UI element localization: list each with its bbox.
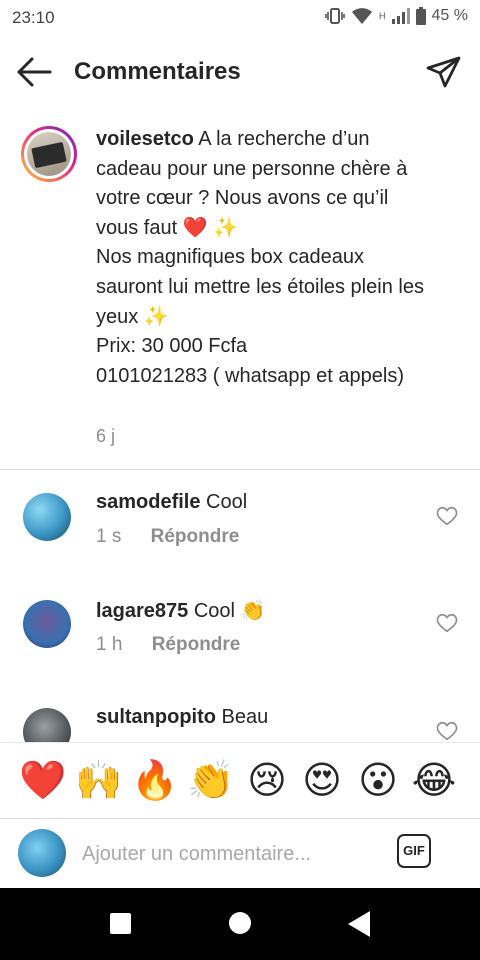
vibrate-icon bbox=[325, 8, 345, 24]
comment-username[interactable]: samodefile bbox=[96, 491, 200, 513]
status-icons: H 45 % bbox=[325, 7, 468, 25]
heart-icon bbox=[436, 613, 458, 633]
emoji-crying-button[interactable]: 😢 bbox=[243, 757, 291, 805]
like-button[interactable] bbox=[436, 720, 458, 742]
comment-time: 1 h bbox=[96, 634, 123, 655]
paper-plane-icon bbox=[426, 56, 461, 88]
comment-body: Beau bbox=[221, 706, 269, 728]
comment-text: sultanpopito Beau bbox=[96, 706, 268, 729]
status-bar: 23:10 H 45 % bbox=[0, 0, 480, 36]
emoji-fire-button[interactable]: 🔥 bbox=[131, 757, 179, 805]
comment-meta: 1 s Répondre bbox=[96, 526, 239, 548]
signal-icon bbox=[391, 8, 410, 24]
emoji-clap-button[interactable]: 👏 bbox=[187, 757, 235, 805]
emoji-laughing-button[interactable]: 😂 bbox=[410, 757, 458, 805]
comment-body: Cool bbox=[206, 491, 248, 513]
caption-line: Nos magnifiques box cadeaux sauront lui … bbox=[96, 246, 424, 328]
caption-line: voilesetco A la recherche d’un cadeau po… bbox=[96, 128, 408, 239]
gif-button[interactable]: GIF bbox=[397, 834, 431, 868]
reply-button[interactable]: Répondre bbox=[152, 634, 241, 655]
status-time: 23:10 bbox=[12, 8, 55, 27]
battery-icon bbox=[415, 7, 426, 25]
reply-button[interactable]: Répondre bbox=[151, 526, 240, 547]
comment-input-bar: GIF bbox=[0, 818, 480, 889]
emoji-surprised-button[interactable]: 😮 bbox=[354, 757, 402, 805]
emoji-heart-eyes-button[interactable]: 😍 bbox=[298, 757, 346, 805]
caption-timestamp: 6 j bbox=[96, 426, 116, 446]
comment-text: lagare875 Cool 👏 bbox=[96, 598, 265, 623]
comment-meta: 1 h Répondre bbox=[96, 634, 240, 656]
comment-avatar[interactable] bbox=[23, 600, 71, 648]
arrow-left-icon bbox=[17, 57, 52, 87]
comment-username[interactable]: sultanpopito bbox=[96, 706, 216, 728]
caption-line: Prix: 30 000 Fcfa bbox=[96, 335, 248, 358]
caption-line: 0101021283 ( whatsapp et appels) bbox=[96, 364, 405, 387]
recents-button[interactable] bbox=[110, 913, 131, 934]
divider bbox=[0, 469, 480, 470]
caption-avatar[interactable] bbox=[21, 126, 77, 182]
comment-avatar[interactable] bbox=[23, 493, 71, 541]
comment-body: Cool 👏 bbox=[193, 600, 266, 622]
direct-message-button[interactable] bbox=[424, 54, 464, 90]
page-title: Commentaires bbox=[74, 58, 241, 85]
comment-text: samodefile Cool bbox=[96, 491, 247, 514]
back-nav-button[interactable] bbox=[348, 911, 370, 937]
wifi-icon bbox=[352, 8, 373, 24]
back-button[interactable] bbox=[14, 54, 54, 90]
comment-input[interactable] bbox=[82, 837, 382, 871]
heart-icon bbox=[436, 721, 458, 741]
like-button[interactable] bbox=[436, 612, 458, 634]
caption-text: voilesetco A la recherche d’un cadeau po… bbox=[96, 125, 436, 391]
heart-icon bbox=[436, 506, 458, 526]
comment-time: 1 s bbox=[96, 526, 122, 547]
network-type: H bbox=[379, 11, 386, 21]
system-nav-bar bbox=[0, 888, 480, 960]
battery-percent: 45 % bbox=[431, 7, 468, 24]
emoji-heart-button[interactable]: ❤️ bbox=[19, 757, 67, 805]
header: Commentaires bbox=[0, 36, 480, 106]
emoji-bar: ❤️ 🙌 🔥 👏 😢 😍 😮 😂 bbox=[0, 742, 480, 819]
like-button[interactable] bbox=[436, 505, 458, 527]
own-avatar bbox=[18, 829, 66, 877]
comment-username[interactable]: lagare875 bbox=[96, 600, 188, 622]
home-button[interactable] bbox=[229, 912, 251, 934]
caption-username[interactable]: voilesetco bbox=[96, 128, 194, 150]
emoji-raised-hands-button[interactable]: 🙌 bbox=[75, 757, 123, 805]
